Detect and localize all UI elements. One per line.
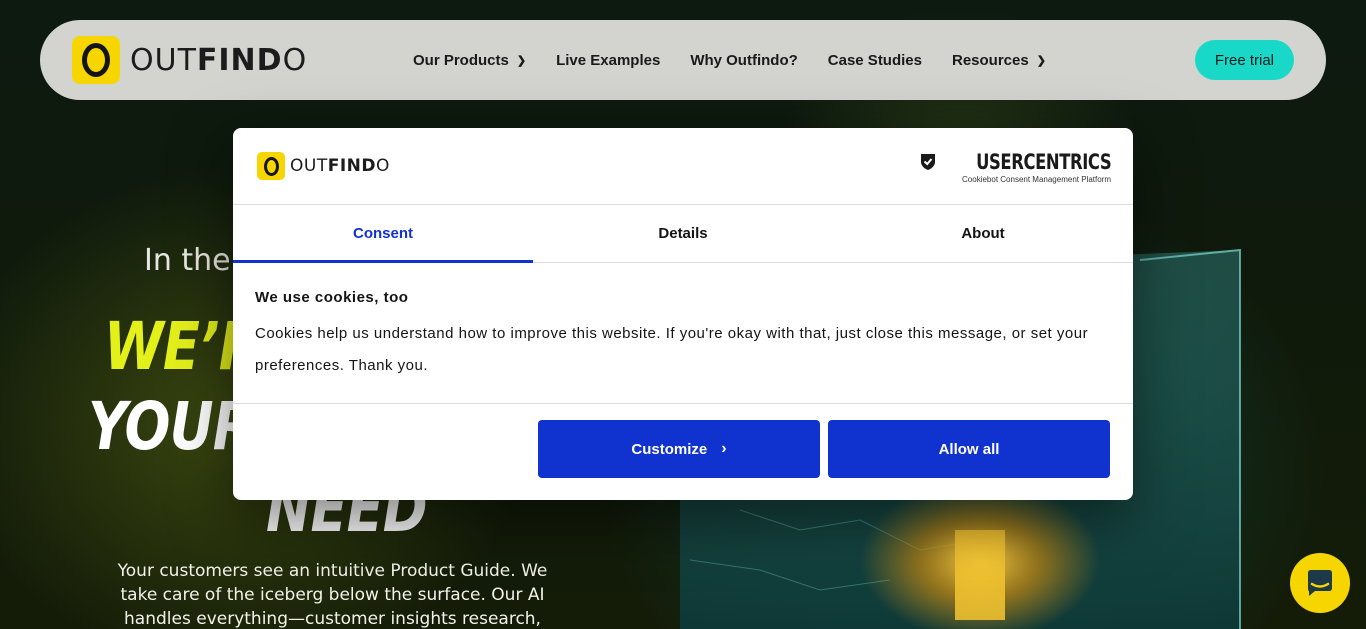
usercentrics-shield-icon xyxy=(920,154,935,170)
dialog-footer: Customize › Allow all xyxy=(233,404,1133,499)
nav-link-why-outfindo[interactable]: Why Outfindo? xyxy=(690,52,797,69)
chevron-down-icon: ❯ xyxy=(1036,54,1046,67)
dialog-tabs: Consent Details About xyxy=(233,205,1133,263)
dialog-outfindo-logo: OUTFINDO xyxy=(257,152,390,180)
dialog-header: OUTFINDO USERCENTRICS Cookiebot Consent … xyxy=(233,128,1133,205)
cookie-consent-dialog: OUTFINDO USERCENTRICS Cookiebot Consent … xyxy=(233,128,1133,500)
nav-link-label: Resources xyxy=(952,51,1029,69)
logo-word-bold: FIND xyxy=(327,156,376,176)
nav-link-label: Live Examples xyxy=(556,51,661,69)
top-navbar: OUTFINDO Our Products ❯ Live Examples Wh… xyxy=(40,20,1326,100)
nav-link-our-products[interactable]: Our Products ❯ xyxy=(413,52,526,69)
nav-link-live-examples[interactable]: Live Examples xyxy=(556,52,660,69)
customize-button[interactable]: Customize › xyxy=(538,420,820,478)
logo-word-end: O xyxy=(376,156,390,176)
nav-link-resources[interactable]: Resources ❯ xyxy=(952,52,1046,69)
hero-kicker: In the xyxy=(144,243,231,278)
dialog-body: We use cookies, too Cookies help us unde… xyxy=(233,263,1133,404)
free-trial-button[interactable]: Free trial xyxy=(1194,40,1294,80)
hero-headline-line-2: YOUR xyxy=(88,388,254,465)
logo-wordmark: OUTFINDO xyxy=(290,156,390,176)
nav-link-case-studies[interactable]: Case Studies xyxy=(828,52,922,69)
logo-word-bold: FIND xyxy=(196,42,283,78)
usercentrics-name: USERCENTRICS xyxy=(975,150,1112,174)
tab-about[interactable]: About xyxy=(833,205,1133,262)
logo-word-end: O xyxy=(282,42,308,78)
nav-link-label: Case Studies xyxy=(827,51,922,69)
chat-widget-button[interactable] xyxy=(1290,553,1350,613)
chevron-right-icon: › xyxy=(721,440,727,457)
dialog-title: We use cookies, too xyxy=(255,289,409,306)
logo-word-light: OUT xyxy=(290,156,328,176)
customize-label: Customize xyxy=(631,440,708,458)
usercentrics-subtitle: Cookiebot Consent Management Platform xyxy=(962,175,1111,184)
outfindo-logo[interactable]: OUTFINDO xyxy=(72,36,307,84)
dialog-text: Cookies help us understand how to improv… xyxy=(255,325,1089,374)
nav-links: Our Products ❯ Live Examples Why Outfind… xyxy=(413,20,1076,100)
hero-description: Your customers see an intuitive Product … xyxy=(117,561,548,629)
logo-wordmark: OUTFINDO xyxy=(130,43,307,78)
logo-mark-icon xyxy=(257,152,285,180)
tab-details[interactable]: Details xyxy=(533,205,833,262)
logo-word-light: OUT xyxy=(130,42,197,78)
tab-consent[interactable]: Consent xyxy=(233,205,533,263)
usercentrics-logo[interactable]: USERCENTRICS Cookiebot Consent Managemen… xyxy=(920,150,1111,184)
logo-mark-icon xyxy=(72,36,120,84)
nav-link-label: Our Products xyxy=(413,51,509,69)
nav-link-label: Why Outfindo? xyxy=(690,51,798,69)
chat-bubble-icon xyxy=(1308,570,1332,596)
allow-all-button[interactable]: Allow all xyxy=(828,420,1110,478)
chevron-down-icon: ❯ xyxy=(516,54,527,67)
